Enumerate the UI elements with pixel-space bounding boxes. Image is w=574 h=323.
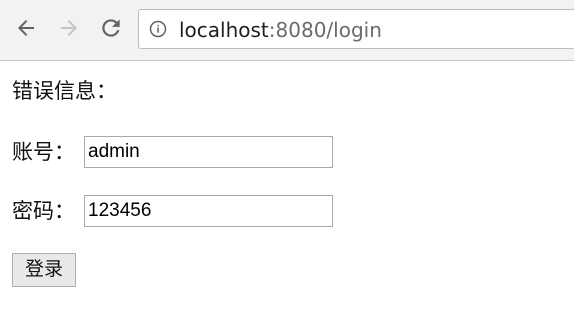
password-input[interactable]: 123456 bbox=[84, 195, 333, 227]
url-host: localhost bbox=[179, 18, 269, 42]
account-label: 账号： bbox=[12, 140, 75, 164]
forward-button[interactable] bbox=[55, 14, 83, 42]
address-bar[interactable]: localhost:8080/login bbox=[138, 9, 574, 49]
browser-toolbar: localhost:8080/login bbox=[0, 0, 574, 61]
reload-button[interactable] bbox=[97, 14, 125, 42]
info-circle-icon[interactable] bbox=[149, 20, 167, 38]
error-message-label: 错误信息： bbox=[12, 79, 117, 103]
arrow-left-icon bbox=[18, 20, 34, 36]
login-button[interactable]: 登录 bbox=[12, 253, 76, 287]
reload-icon bbox=[102, 19, 120, 37]
arrow-right-icon bbox=[61, 20, 77, 36]
url-path: :8080/login bbox=[268, 18, 382, 42]
url-text[interactable]: localhost:8080/login bbox=[179, 19, 382, 41]
account-input[interactable]: admin bbox=[84, 136, 333, 168]
password-label: 密码： bbox=[12, 199, 75, 223]
back-button[interactable] bbox=[12, 14, 40, 42]
login-page: 错误信息： 账号： admin 密码： 123456 登录 bbox=[0, 61, 574, 323]
